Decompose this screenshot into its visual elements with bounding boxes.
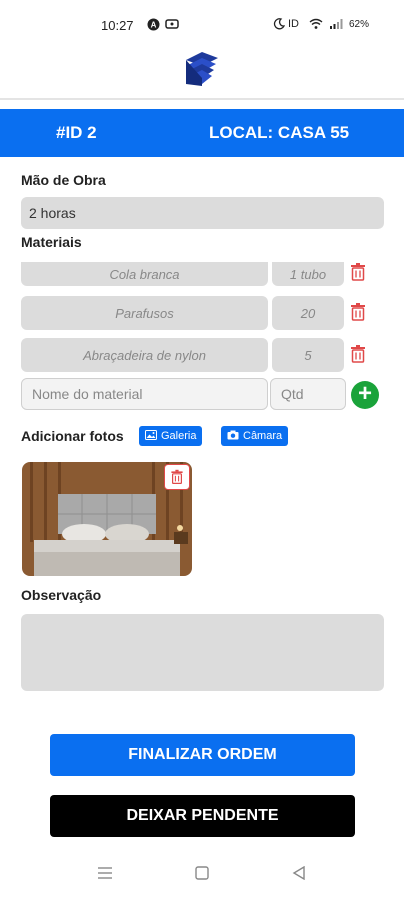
material-qty-field[interactable]: 5: [272, 338, 344, 372]
order-id: #ID 2: [56, 123, 97, 142]
menu-icon[interactable]: [97, 866, 113, 885]
material-name-field[interactable]: Abraçadeira de nylon: [21, 338, 268, 372]
leave-pending-button[interactable]: DEIXAR PENDENTE: [50, 795, 355, 837]
moon-icon: [273, 18, 286, 33]
finalize-order-button[interactable]: FINALIZAR ORDEM: [50, 734, 355, 776]
plus-icon: +: [357, 380, 372, 407]
trash-icon[interactable]: [348, 344, 368, 364]
labor-input[interactable]: 2 horas: [21, 197, 384, 229]
materials-label: Materiais: [21, 234, 82, 250]
svg-text:A: A: [151, 21, 157, 30]
observation-label: Observação: [21, 587, 102, 603]
a-circle-icon: A: [147, 18, 160, 34]
photos-label: Adicionar fotos: [21, 428, 124, 444]
wifi-icon: [309, 18, 323, 33]
trash-icon[interactable]: [348, 262, 368, 282]
status-time: 10:27: [101, 18, 134, 33]
gallery-label: Galeria: [161, 430, 197, 442]
trash-icon[interactable]: [348, 302, 368, 322]
battery-text: 62%: [349, 19, 370, 30]
observation-textarea[interactable]: [21, 614, 384, 691]
status-bar: 10:27 A ID 62%: [0, 0, 404, 50]
labor-label: Mão de Obra: [21, 172, 106, 188]
infinity-icon: [165, 18, 179, 33]
order-banner: #ID 2 LOCAL: CASA 55: [0, 109, 404, 157]
app-logo: [184, 50, 220, 88]
material-qty-field[interactable]: 1 tubo: [272, 262, 344, 286]
id-icon: ID: [288, 18, 299, 30]
material-name-field[interactable]: Parafusos: [21, 296, 268, 330]
image-icon: [145, 429, 157, 443]
add-material-button[interactable]: +: [351, 381, 379, 409]
material-name-field[interactable]: Cola branca: [21, 262, 268, 286]
trash-icon: [171, 469, 183, 484]
camera-icon: [227, 430, 239, 443]
back-triangle-icon[interactable]: [292, 865, 306, 885]
new-material-qty-input[interactable]: Qtd: [270, 378, 346, 410]
gallery-button[interactable]: Galeria: [139, 426, 203, 446]
signal-icon: [328, 18, 344, 33]
order-location: LOCAL: CASA 55: [209, 123, 350, 142]
remove-photo-button[interactable]: [164, 464, 190, 490]
camera-button[interactable]: Câmara: [221, 426, 289, 446]
home-square-icon[interactable]: [195, 866, 209, 885]
new-material-name-input[interactable]: Nome do material: [21, 378, 268, 410]
camera-label: Câmara: [243, 430, 283, 442]
header-divider: [0, 98, 404, 100]
material-qty-field[interactable]: 20: [272, 296, 344, 330]
